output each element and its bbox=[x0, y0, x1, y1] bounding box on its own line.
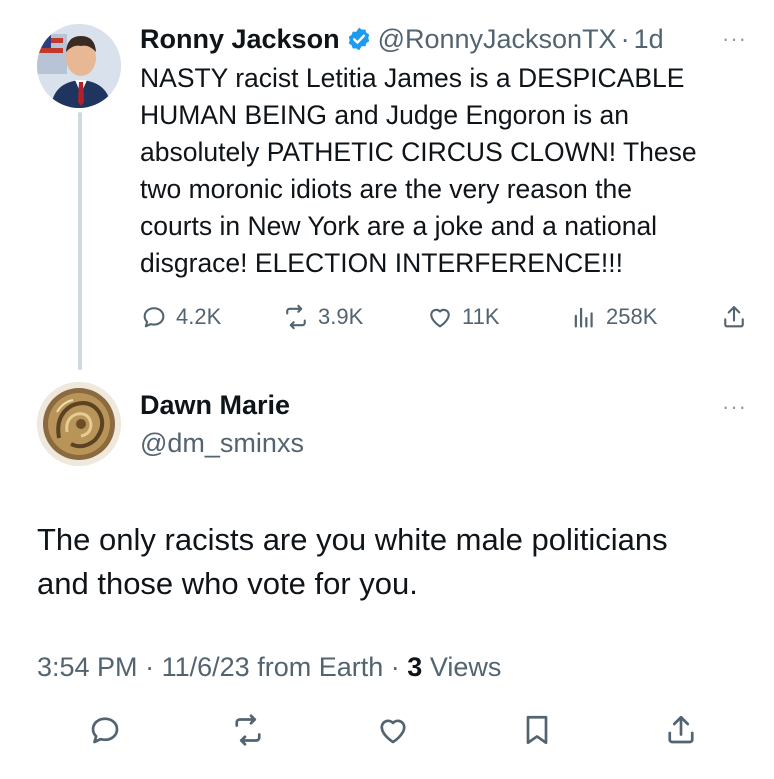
share-button[interactable] bbox=[720, 300, 756, 334]
tweet-text: NASTY racist Letitia James is a DESPICAB… bbox=[140, 63, 697, 278]
reply-text: The only racists are you white male poli… bbox=[37, 522, 668, 601]
dot-separator: · bbox=[620, 24, 630, 54]
reply-author-handle[interactable]: @dm_sminxs bbox=[140, 428, 304, 459]
thread-connector-line bbox=[78, 112, 82, 370]
reply-author-name[interactable]: Dawn Marie bbox=[140, 390, 290, 421]
views-label: Views bbox=[429, 652, 502, 682]
bookmark-icon bbox=[526, 715, 548, 745]
heart-icon bbox=[380, 719, 406, 744]
repost-button[interactable] bbox=[230, 712, 270, 752]
author-name[interactable]: Ronny Jackson bbox=[140, 22, 340, 56]
avatar[interactable] bbox=[37, 24, 121, 108]
tweet-date[interactable]: 11/6/23 bbox=[162, 652, 250, 682]
tweet-age[interactable]: 1d bbox=[634, 22, 664, 56]
share-button[interactable] bbox=[663, 712, 703, 752]
views-button[interactable]: 258K bbox=[570, 300, 657, 334]
repost-button[interactable]: 3.9K bbox=[282, 300, 363, 334]
repost-icon bbox=[286, 304, 306, 330]
reply-icon bbox=[91, 717, 119, 744]
like-button[interactable]: 11K bbox=[426, 300, 500, 334]
heart-icon bbox=[430, 308, 450, 328]
repost-count: 3.9K bbox=[318, 304, 364, 329]
verified-badge-icon bbox=[346, 26, 372, 52]
analytics-icon bbox=[574, 307, 593, 328]
profile-photo-icon bbox=[37, 382, 121, 466]
reply-count: 4.2K bbox=[176, 304, 222, 329]
bookmark-button[interactable] bbox=[519, 712, 559, 752]
reply-button[interactable] bbox=[87, 712, 127, 752]
views-count: 3 bbox=[407, 652, 423, 682]
reply-button[interactable]: 4.2K bbox=[140, 300, 221, 334]
tweet-metadata: 3:54 PM · 11/6/23 from Earth · 3 Views bbox=[37, 652, 501, 683]
reply-actions bbox=[37, 712, 737, 752]
like-button[interactable] bbox=[375, 712, 415, 752]
tweet-time[interactable]: 3:54 PM bbox=[37, 652, 138, 682]
share-icon bbox=[668, 715, 694, 744]
like-count: 11K bbox=[462, 304, 500, 329]
profile-photo-icon bbox=[37, 24, 121, 108]
tweet-source: from Earth bbox=[257, 652, 384, 682]
tweet-actions: 4.2K 3.9K 11K 258K bbox=[140, 300, 752, 334]
reply-icon bbox=[143, 307, 165, 328]
repost-icon bbox=[235, 714, 261, 746]
dot-separator: · bbox=[390, 652, 400, 682]
share-icon bbox=[724, 306, 744, 328]
views-count: 258K bbox=[606, 304, 658, 329]
more-options-icon[interactable]: ··· bbox=[722, 394, 747, 420]
more-options-icon[interactable]: ··· bbox=[722, 26, 747, 52]
author-handle[interactable]: @RonnyJacksonTX bbox=[378, 22, 617, 56]
tweet-header: Ronny Jackson @RonnyJacksonTX · 1d bbox=[140, 22, 664, 56]
dot-separator: · bbox=[145, 652, 155, 682]
avatar[interactable] bbox=[37, 382, 121, 466]
